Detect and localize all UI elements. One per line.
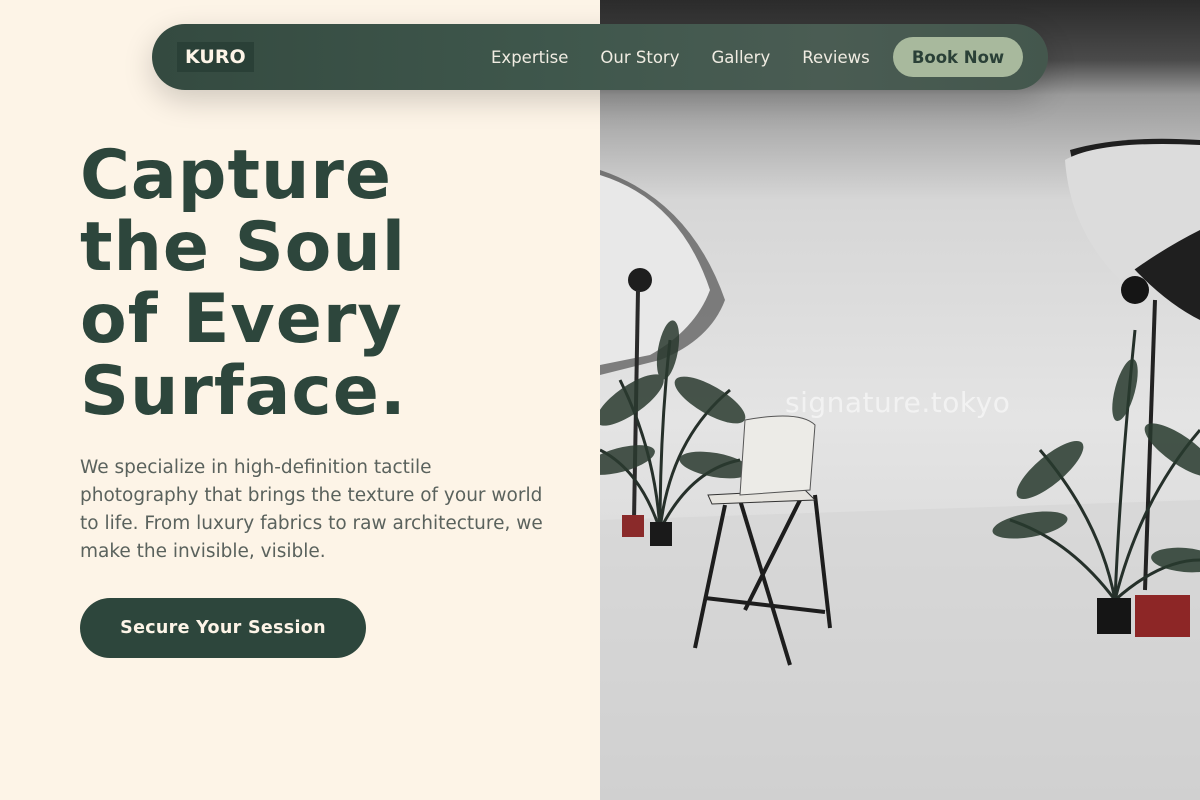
brand-logo[interactable]: KURO: [177, 42, 254, 72]
headline-line: the Soul: [80, 208, 407, 287]
hero-description: We specialize in high-definition tactile…: [80, 457, 543, 562]
nav-link-our-story[interactable]: Our Story: [600, 48, 679, 67]
nav-link-gallery[interactable]: Gallery: [711, 48, 770, 67]
hero-headline: Capture the Soul of Every Surface.: [80, 140, 580, 428]
nav-link-expertise[interactable]: Expertise: [491, 48, 568, 67]
headline-line: Capture: [80, 136, 393, 215]
image-watermark: signature.tokyo: [785, 386, 1011, 419]
book-now-button[interactable]: Book Now: [893, 37, 1023, 77]
nav-links: Expertise Our Story Gallery Reviews: [491, 24, 902, 90]
nav-link-reviews[interactable]: Reviews: [802, 48, 869, 67]
hero-photo: signature.tokyo: [600, 0, 1200, 800]
headline-line: Surface.: [80, 352, 407, 431]
top-nav: KURO Expertise Our Story Gallery Reviews…: [152, 24, 1048, 90]
secure-session-button[interactable]: Secure Your Session: [80, 598, 366, 658]
headline-line: of Every: [80, 280, 403, 359]
